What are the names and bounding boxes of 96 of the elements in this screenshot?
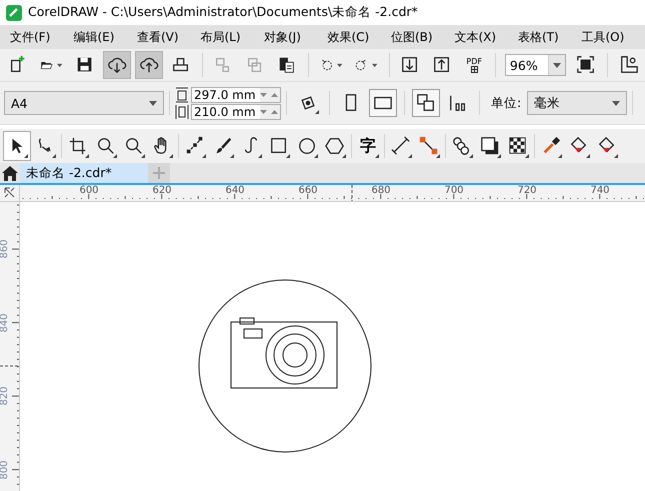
camera-in-circle-drawing[interactable] <box>198 280 372 452</box>
publish-to-pdf-button[interactable]: PDF <box>460 51 488 79</box>
zoom-icon <box>124 136 144 156</box>
spin-down-icon[interactable] <box>260 110 267 114</box>
menu-item[interactable]: 查看(V) <box>131 28 194 46</box>
flyout-corner-icon <box>315 110 319 114</box>
landscape-button[interactable] <box>369 89 397 117</box>
window-title: CorelDRAW - C:\Users\Administrator\Documents\未命名 -2.cdr* <box>28 4 418 21</box>
drop-shadow-icon <box>480 136 500 156</box>
flyout-corner-icon <box>408 154 412 158</box>
flyout-corner-icon <box>24 154 28 158</box>
menu-item[interactable]: 文件(F) <box>4 28 68 46</box>
flyout-corner-icon <box>375 154 379 158</box>
ruler-label: 700 <box>444 185 464 196</box>
page-height-field[interactable]: 210.0 mm <box>191 104 281 120</box>
blend-icon <box>452 136 472 156</box>
app-logo-icon <box>6 4 22 20</box>
ruler-label: 840 <box>0 312 10 332</box>
curve-tool-icon <box>185 136 205 156</box>
cloud-download-icon <box>106 55 127 75</box>
caret-icon <box>149 100 157 106</box>
caret-icon <box>553 62 562 68</box>
caret-icon <box>372 62 378 68</box>
ruler-label: 640 <box>225 185 245 196</box>
pages-icon <box>416 93 436 113</box>
flyout-corner-icon <box>286 154 290 158</box>
flyout-corner-icon <box>436 154 440 158</box>
flyout-corner-icon <box>314 154 318 158</box>
menu-item[interactable]: 布局(L) <box>194 28 258 46</box>
flyout-corner-icon <box>469 154 473 158</box>
ruler-label: 800 <box>0 460 10 480</box>
caret-icon <box>612 100 620 106</box>
download-button[interactable] <box>102 51 131 79</box>
pick-tool-button[interactable] <box>3 131 31 161</box>
ruler-label: 680 <box>371 185 391 196</box>
flyout-corner-icon <box>52 154 56 158</box>
menu-item[interactable]: 编辑(E) <box>68 28 131 46</box>
flyout-corner-icon <box>85 154 89 158</box>
eyedropper-icon <box>541 136 561 156</box>
spin-up-icon[interactable] <box>271 92 278 96</box>
connector-icon <box>419 136 439 156</box>
fullscreen-icon <box>576 55 596 75</box>
horizontal-ruler[interactable]: 600 620 640 660 680 700 720 740 <box>20 185 645 202</box>
flyout-corner-icon <box>342 154 346 158</box>
ruler-label: 660 <box>298 185 318 196</box>
rectangle-icon <box>269 136 289 156</box>
page-height-icon <box>175 86 189 102</box>
unit-label: 单位: <box>491 94 522 112</box>
home-icon[interactable] <box>2 166 18 180</box>
flyout-corner-icon <box>258 154 262 158</box>
text-tool-button[interactable]: 字 <box>354 131 382 161</box>
caret-icon <box>57 62 63 68</box>
spin-up-icon[interactable] <box>271 110 278 114</box>
dimension-line-icon <box>391 136 411 156</box>
page-width-icon <box>175 104 189 120</box>
flyout-corner-icon <box>586 154 590 158</box>
flyout-corner-icon <box>141 154 145 158</box>
checkerboard-icon <box>508 136 528 156</box>
unit-dropdown[interactable]: 毫米 <box>527 91 628 115</box>
ruler-label: 720 <box>517 185 537 196</box>
pdf-grid-icon <box>470 66 478 73</box>
spin-down-icon[interactable] <box>260 92 267 96</box>
ruler-origin-icon[interactable] <box>4 187 16 199</box>
zoom-level-dropdown[interactable]: 96% <box>504 54 566 76</box>
flyout-corner-icon <box>202 154 206 158</box>
caret-icon <box>337 62 343 68</box>
ruler-icon <box>618 55 639 75</box>
page-size-dropdown[interactable]: A4 <box>4 91 164 115</box>
flyout-corner-icon <box>230 154 234 158</box>
zoom-icon <box>96 136 116 156</box>
flyout-corner-icon <box>169 154 173 158</box>
all-pages-button[interactable] <box>412 89 440 117</box>
menu-item[interactable]: 工具(O) <box>576 28 639 46</box>
ellipse-icon <box>297 136 317 156</box>
menu-item[interactable]: 文本(X) <box>448 28 512 46</box>
page-width-field[interactable]: 297.0 mm <box>191 86 281 102</box>
crop-icon <box>68 136 88 156</box>
upload-button[interactable] <box>134 51 163 79</box>
ruler-label: 600 <box>79 185 99 196</box>
flyout-corner-icon <box>614 154 618 158</box>
ruler-label: 620 <box>152 185 172 196</box>
flyout-corner-icon <box>497 154 501 158</box>
ruler-label: 740 <box>590 185 610 196</box>
page-bars-icon <box>448 93 468 113</box>
ruler-label: 820 <box>0 386 10 406</box>
flyout-corner-icon <box>113 154 117 158</box>
hexagon-icon <box>325 136 345 156</box>
flyout-corner-icon <box>525 154 529 158</box>
flyout-corner-icon <box>558 154 562 158</box>
menu-item[interactable]: 效果(C) <box>322 28 385 46</box>
menu-item[interactable]: 表格(T) <box>512 28 576 46</box>
document-tab[interactable]: 未命名 -2.cdr* <box>20 163 148 183</box>
menu-item[interactable]: 对象(J) <box>258 28 322 46</box>
cloud-upload-icon <box>138 55 159 75</box>
menu-item[interactable]: 位图(B) <box>385 28 448 46</box>
ruler-label: 860 <box>0 239 10 259</box>
